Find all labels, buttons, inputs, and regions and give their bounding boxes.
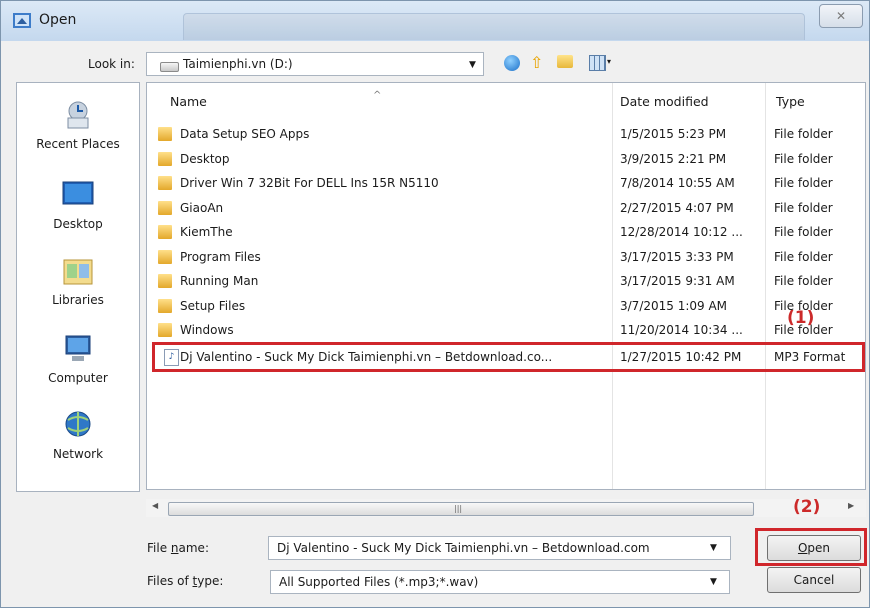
file-date: 11/20/2014 10:34 ... <box>620 323 743 337</box>
folder-icon <box>158 176 172 190</box>
place-label: Desktop <box>53 217 103 231</box>
file-row[interactable]: Setup Files 3/7/2015 1:09 AM File folder <box>158 294 858 318</box>
file-date: 3/17/2015 3:33 PM <box>620 250 734 264</box>
file-name: Driver Win 7 32Bit For DELL Ins 15R N511… <box>180 176 439 190</box>
new-folder-icon[interactable] <box>557 55 573 68</box>
file-type: File folder <box>774 127 833 141</box>
place-libraries[interactable]: Libraries <box>16 256 140 307</box>
place-network[interactable]: Network <box>16 410 140 461</box>
file-row[interactable]: Driver Win 7 32Bit For DELL Ins 15R N511… <box>158 171 858 195</box>
look-in-dropdown-icon[interactable]: ▼ <box>469 60 476 70</box>
folder-icon <box>158 299 172 313</box>
place-label: Computer <box>48 371 108 385</box>
scroll-left-icon[interactable]: ◀ <box>152 501 158 510</box>
file-row[interactable]: KiemThe 12/28/2014 10:12 ... File folder <box>158 220 858 244</box>
file-date: 3/17/2015 9:31 AM <box>620 274 735 288</box>
look-in-label: Look in: <box>88 57 135 71</box>
computer-icon <box>65 335 91 361</box>
place-desktop[interactable]: Desktop <box>16 180 140 231</box>
desktop-icon <box>62 181 94 205</box>
file-type: File folder <box>774 176 833 190</box>
sort-ascending-icon: ^ <box>373 90 382 101</box>
column-header-date-modified[interactable]: Date modified <box>620 83 709 121</box>
file-name: Program Files <box>180 250 261 264</box>
file-date: 2/27/2015 4:07 PM <box>620 201 734 215</box>
file-name: Running Man <box>180 274 259 288</box>
open-dialog-icon <box>13 13 31 28</box>
folder-icon <box>158 152 172 166</box>
look-in-value: Taimienphi.vn (D:) <box>183 57 293 71</box>
file-row[interactable]: GiaoAn 2/27/2015 4:07 PM File folder <box>158 196 858 220</box>
file-date: 3/9/2015 2:21 PM <box>620 152 727 166</box>
place-computer[interactable]: Computer <box>16 334 140 385</box>
file-row[interactable]: Desktop 3/9/2015 2:21 PM File folder <box>158 147 858 171</box>
file-type: File folder <box>774 225 833 239</box>
file-row[interactable]: Program Files 3/17/2015 3:33 PM File fol… <box>158 245 858 269</box>
callout-step-2: (2) <box>793 497 821 517</box>
file-name: Setup Files <box>180 299 246 313</box>
drive-icon <box>160 62 179 72</box>
place-label: Libraries <box>52 293 104 307</box>
window-title: Open <box>39 12 77 28</box>
file-name-label: File name: <box>147 541 209 555</box>
file-date: 7/8/2014 10:55 AM <box>620 176 735 190</box>
place-label: Recent Places <box>36 137 120 151</box>
file-name: GiaoAn <box>180 201 224 215</box>
file-name: Desktop <box>180 152 230 166</box>
up-folder-icon[interactable]: ⇧ <box>530 53 543 72</box>
column-header-type[interactable]: Type <box>776 83 805 121</box>
folder-icon <box>158 201 172 215</box>
file-name: Windows <box>180 323 234 337</box>
folder-icon <box>158 323 172 337</box>
file-date: 3/7/2015 1:09 AM <box>620 299 728 313</box>
network-icon <box>65 411 91 437</box>
file-type: File folder <box>774 274 833 288</box>
recent-places-icon <box>67 101 89 129</box>
file-type-select[interactable]: All Supported Files (*.mp3;*.wav) <box>270 570 730 594</box>
back-icon[interactable] <box>504 55 520 71</box>
folder-icon <box>158 225 172 239</box>
folder-icon <box>158 250 172 264</box>
file-name: KiemThe <box>180 225 233 239</box>
scroll-right-icon[interactable]: ▶ <box>848 501 854 510</box>
mp3-file-highlight <box>152 342 865 372</box>
background-window-tab <box>183 13 805 40</box>
place-recent-places[interactable]: Recent Places <box>16 100 140 151</box>
file-row[interactable]: Running Man 3/17/2015 9:31 AM File folde… <box>158 269 858 293</box>
open-button[interactable]: Open <box>767 535 861 561</box>
file-row[interactable]: Windows 11/20/2014 10:34 ... File folder <box>158 318 858 342</box>
scrollbar-grip-icon: ||| <box>454 504 463 513</box>
files-of-type-label: Files of type: <box>147 574 224 588</box>
file-type: File folder <box>774 152 833 166</box>
folder-icon <box>158 274 172 288</box>
folder-icon <box>158 127 172 141</box>
file-type-dropdown-icon[interactable]: ▼ <box>710 577 717 587</box>
place-label: Network <box>52 447 104 461</box>
file-type: File folder <box>774 201 833 215</box>
file-type: File folder <box>774 250 833 264</box>
file-name-input[interactable]: Dj Valentino - Suck My Dick Taimienphi.v… <box>268 536 731 560</box>
column-header-name[interactable]: Name <box>170 83 207 121</box>
file-date: 12/28/2014 10:12 ... <box>620 225 743 239</box>
cancel-button[interactable]: Cancel <box>767 567 861 593</box>
file-date: 1/5/2015 5:23 PM <box>620 127 727 141</box>
callout-step-1: (1) <box>787 308 815 328</box>
file-name: Data Setup SEO Apps <box>180 127 310 141</box>
file-row[interactable]: Data Setup SEO Apps 1/5/2015 5:23 PM Fil… <box>158 122 858 146</box>
views-dropdown-icon[interactable]: ▾ <box>607 57 611 66</box>
file-name-dropdown-icon[interactable]: ▼ <box>710 543 717 553</box>
views-menu-icon[interactable] <box>589 55 606 71</box>
libraries-icon <box>63 259 93 285</box>
close-button[interactable]: ✕ <box>819 4 863 28</box>
